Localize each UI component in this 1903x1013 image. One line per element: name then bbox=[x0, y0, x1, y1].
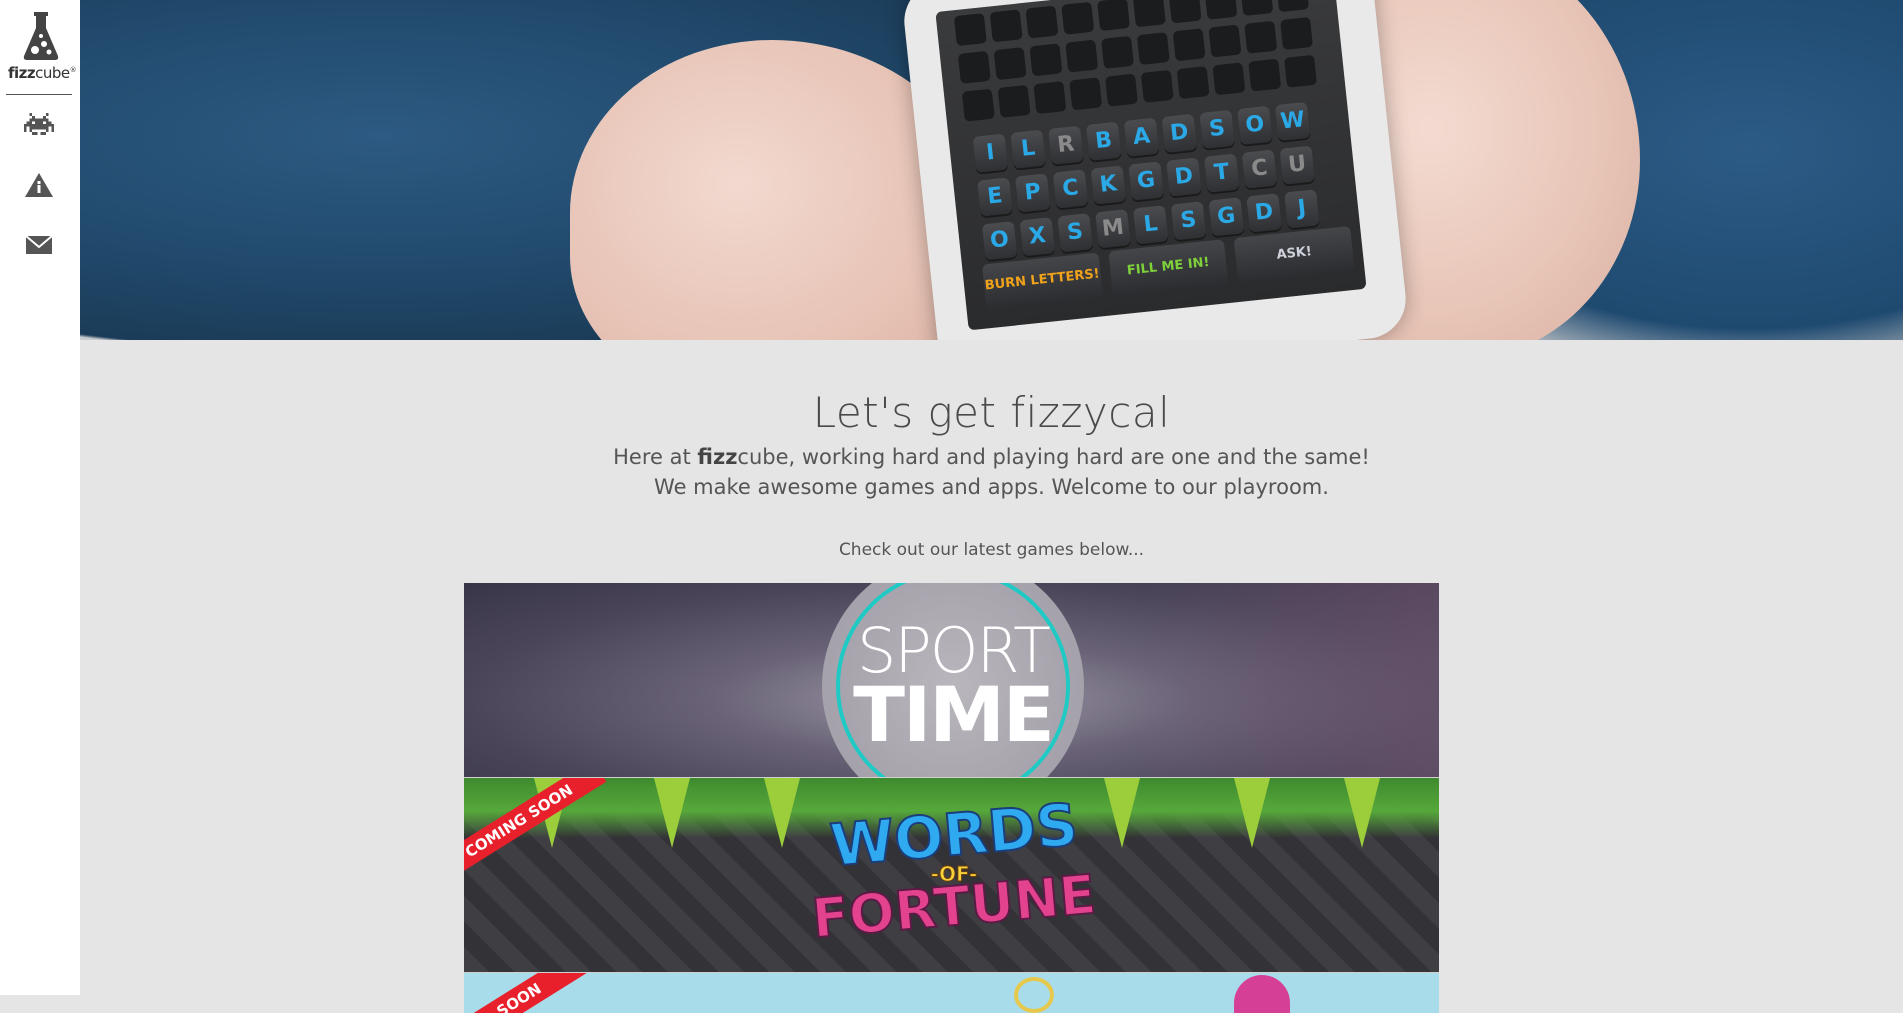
leaf-shape bbox=[1104, 778, 1140, 848]
leaf-shape bbox=[654, 778, 690, 848]
ring-shape bbox=[1014, 977, 1054, 1013]
game-banner-sport-time[interactable]: SPORT TIME bbox=[464, 583, 1439, 778]
logo-wordmark: fizzcube® bbox=[8, 64, 77, 82]
letter-tile: J bbox=[1284, 189, 1320, 229]
letter-tile: O bbox=[981, 221, 1018, 261]
powerup-fill: FILL ME IN! bbox=[1107, 239, 1229, 298]
letter-tile: L bbox=[1132, 205, 1169, 245]
letter-tile: L bbox=[1010, 129, 1046, 169]
games-cta-text: Check out our latest games below... bbox=[838, 540, 1145, 560]
letter-tile: I bbox=[972, 133, 1009, 173]
main-content: Let's get fizzycal Here at fizzcube, wor… bbox=[80, 340, 1903, 1013]
games-list: SPORT TIME COMING SOON WORDS -OF- FORTUN… bbox=[464, 583, 1439, 1013]
phone-screen: I L R B A D S O W E P C K G D T C U O X … bbox=[935, 0, 1367, 331]
intro-text: Here at fizzcube, working hard and playi… bbox=[613, 445, 1370, 499]
hero-phone: I L R B A D S O W E P C K G D T C U O X … bbox=[900, 0, 1410, 340]
letter-tile: R bbox=[1048, 125, 1084, 165]
letter-tile: S bbox=[1199, 109, 1235, 149]
letter-tile: E bbox=[977, 177, 1013, 217]
hero-image: I L R B A D S O W E P C K G D T C U O X … bbox=[80, 0, 1903, 340]
fizzcube-logo[interactable]: fizzcube® bbox=[6, 10, 77, 92]
letter-tile: C bbox=[1241, 149, 1278, 189]
letter-tile: P bbox=[1014, 173, 1051, 213]
space-invader-icon bbox=[24, 113, 54, 135]
character-shape bbox=[1234, 975, 1290, 1013]
page-title: Let's get fizzycal bbox=[812, 388, 1171, 437]
powerup-ask: ASK! bbox=[1233, 225, 1355, 284]
game-banner-third[interactable]: SOON bbox=[464, 973, 1439, 1013]
logo-divider bbox=[6, 94, 72, 95]
leaf-shape bbox=[1344, 778, 1380, 848]
letter-tile: O bbox=[1237, 105, 1273, 145]
powerup-burn: BURN LETTERS! bbox=[981, 252, 1103, 311]
letter-tile: G bbox=[1208, 197, 1245, 237]
nav-about[interactable] bbox=[24, 172, 54, 198]
envelope-icon bbox=[25, 235, 53, 254]
letter-tile: T bbox=[1203, 153, 1240, 193]
letter-tile: A bbox=[1123, 117, 1160, 157]
coming-soon-ribbon: SOON bbox=[464, 973, 607, 1013]
letter-tile: S bbox=[1170, 201, 1207, 241]
letter-tile: S bbox=[1057, 213, 1093, 253]
leaf-shape bbox=[1234, 778, 1270, 848]
sport-time-title-bottom: TIME bbox=[853, 670, 1055, 759]
letter-tile: D bbox=[1246, 193, 1282, 233]
letter-tile: X bbox=[1019, 217, 1056, 257]
game-banner-words-of-fortune[interactable]: COMING SOON WORDS -OF- FORTUNE bbox=[464, 778, 1439, 973]
letter-tile: K bbox=[1090, 165, 1127, 205]
info-warning-icon bbox=[25, 173, 53, 197]
letter-tile: G bbox=[1128, 161, 1164, 201]
letter-tile: M bbox=[1095, 209, 1131, 249]
nav-contact[interactable] bbox=[24, 234, 54, 260]
letter-tile: B bbox=[1085, 121, 1122, 161]
flask-icon bbox=[23, 12, 59, 60]
letter-tile: U bbox=[1279, 145, 1316, 185]
letter-tile: W bbox=[1274, 101, 1311, 141]
letter-tile: C bbox=[1052, 169, 1089, 209]
nav-games[interactable] bbox=[24, 112, 54, 138]
letter-tile: D bbox=[1161, 113, 1198, 153]
leaf-shape bbox=[764, 778, 800, 848]
letter-tile: D bbox=[1166, 157, 1202, 197]
sidebar: fizzcube® bbox=[0, 0, 80, 995]
